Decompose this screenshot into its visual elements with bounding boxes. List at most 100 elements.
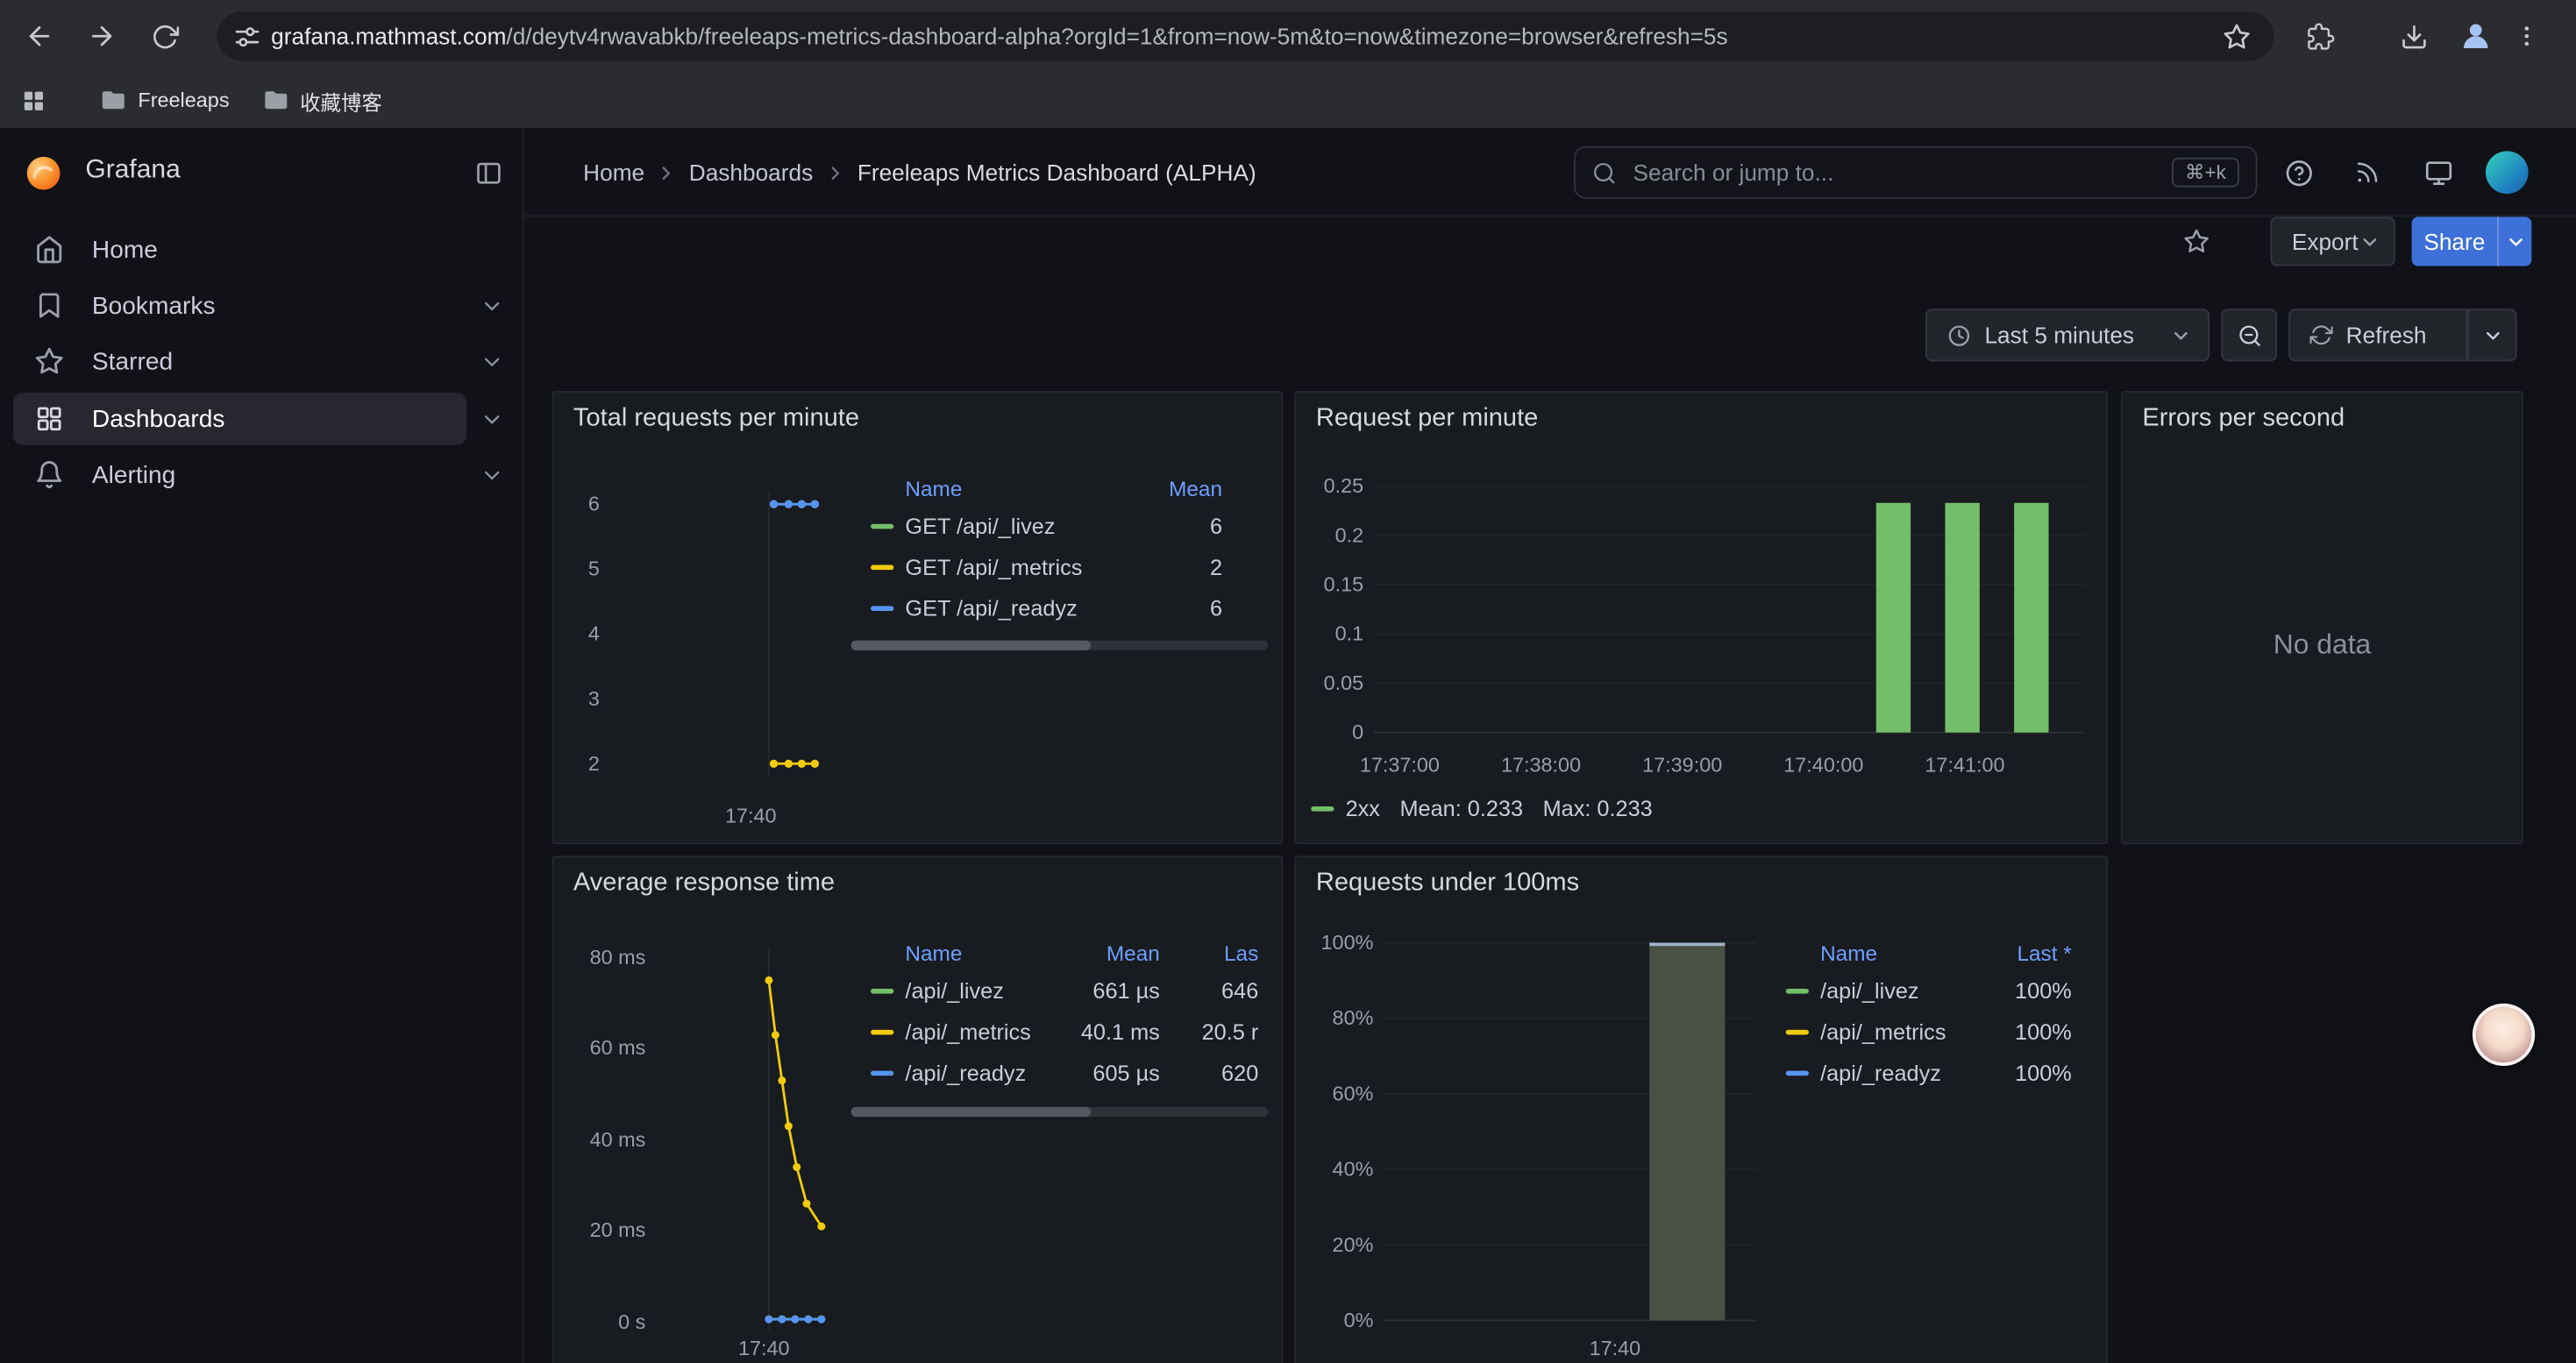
sidebar-item-dashboards[interactable]: Dashboards [0, 391, 523, 447]
chevron-down-icon[interactable] [480, 349, 504, 373]
arrow-right-icon [87, 21, 117, 51]
sidebar-collapse-button[interactable] [466, 151, 509, 194]
share-menu-button[interactable] [2497, 217, 2531, 266]
share-button[interactable]: Share [2412, 217, 2497, 266]
url-bar[interactable]: grafana.mathmast.com/d/deytv4rwavabkb/fr… [217, 11, 2274, 60]
panel-avg-response-time: Average response time 80 ms60 ms40 ms20 … [552, 855, 1284, 1363]
grafana-logo[interactable] [25, 154, 62, 192]
series-name[interactable]: 2xx [1346, 796, 1380, 820]
legend-header-last[interactable]: Last * [1980, 941, 2072, 965]
panel-title[interactable]: Errors per second [2142, 404, 2345, 434]
legend-scrollbar[interactable] [851, 1107, 1269, 1117]
svg-text:80%: 80% [1333, 1006, 1374, 1029]
legend: 2xx Mean: 0.233 Max: 0.233 [1311, 788, 1652, 827]
search-input[interactable] [1630, 158, 2172, 188]
sidebar-item-home[interactable]: Home [0, 222, 523, 278]
back-button[interactable] [11, 8, 68, 64]
bookmark-folder-blogs[interactable]: 收藏博客 [246, 79, 398, 122]
series-name: /api/_livez [1820, 979, 1980, 1004]
user-avatar[interactable] [2486, 151, 2529, 194]
svg-text:80 ms: 80 ms [590, 946, 646, 969]
dashboards-grid-icon [34, 404, 64, 434]
legend-header-name[interactable]: Name [851, 941, 1062, 965]
refresh-interval-button[interactable] [2467, 309, 2516, 361]
chevron-down-icon[interactable] [480, 407, 504, 431]
chevron-right-icon [824, 162, 845, 183]
scrollbar-thumb[interactable] [851, 1107, 1092, 1117]
series-swatch [871, 565, 893, 571]
series-last: 100% [1980, 979, 2072, 1004]
series-swatch [1786, 1030, 1809, 1035]
panel-title[interactable]: Requests under 100ms [1316, 869, 1579, 898]
legend-row[interactable]: /api/_readyz 605 µs 620 [851, 1053, 1269, 1094]
kebab-menu-icon [2514, 23, 2540, 49]
forward-button[interactable] [74, 8, 130, 64]
site-settings-icon[interactable] [233, 22, 261, 50]
series-swatch [871, 1030, 893, 1035]
search-box[interactable]: ⌘+k [1574, 146, 2257, 199]
series-last: 20.5 r [1166, 1020, 1258, 1045]
series-swatch [871, 524, 893, 529]
legend-row[interactable]: /api/_livez 100% [1766, 970, 2081, 1012]
legend-row[interactable]: /api/_metrics 40.1 ms 20.5 r [851, 1012, 1269, 1053]
series-swatch [1786, 1071, 1809, 1076]
reload-button[interactable] [137, 8, 193, 64]
legend-header: Name Last * [1766, 934, 2081, 970]
refresh-button[interactable]: Refresh [2288, 309, 2467, 361]
favorite-dashboard-button[interactable] [2174, 218, 2219, 264]
series-mean: 6 [1124, 514, 1222, 538]
zoom-out-button[interactable] [2221, 309, 2277, 361]
export-button[interactable]: Export [2270, 217, 2395, 266]
sidebar-item-starred[interactable]: Starred [0, 333, 523, 389]
sidebar-item-alerting[interactable]: Alerting [0, 447, 523, 503]
legend-header-last[interactable]: Las [1166, 941, 1258, 965]
legend-row[interactable]: GET /api/_livez 6 [851, 506, 1269, 547]
chevron-down-icon [2170, 324, 2191, 345]
timeseries-chart: 80 ms60 ms40 ms20 ms0 s17:40 [564, 933, 853, 1363]
series-name: /api/_metrics [905, 1020, 1061, 1045]
legend-header-name[interactable]: Name [1766, 941, 1980, 965]
bookmark-star-icon[interactable] [2223, 22, 2251, 50]
legend-row[interactable]: /api/_readyz 100% [1766, 1053, 2081, 1094]
breadcrumb-item-dashboards[interactable]: Dashboards [689, 160, 813, 186]
series-swatch [871, 989, 893, 994]
bookmarks-bar: Freeleaps 收藏博客 [0, 72, 2576, 128]
extensions-button[interactable] [2292, 8, 2348, 64]
panel-title[interactable]: Request per minute [1316, 404, 1538, 434]
chevron-down-icon[interactable] [480, 462, 504, 486]
breadcrumb-item-home[interactable]: Home [583, 160, 644, 186]
news-rss-button[interactable] [2345, 150, 2390, 195]
legend-row[interactable]: /api/_livez 661 µs 646 [851, 970, 1269, 1012]
bookmark-folder-freeleaps[interactable]: Freeleaps [84, 79, 246, 122]
svg-text:17:39:00: 17:39:00 [1642, 754, 1722, 777]
legend-header-mean[interactable]: Mean [1124, 475, 1222, 500]
scrollbar-thumb[interactable] [851, 641, 1092, 650]
bar-chart: 100%80%60%40%20%0%17:40 [1306, 933, 1763, 1363]
svg-text:6: 6 [588, 493, 600, 515]
clock-icon [1946, 323, 1971, 347]
chevron-down-icon[interactable] [480, 293, 504, 317]
legend-row[interactable]: GET /api/_metrics 2 [851, 547, 1269, 588]
downloads-button[interactable] [2386, 8, 2442, 64]
panel-title[interactable]: Average response time [573, 869, 835, 898]
apps-grid-icon[interactable] [19, 86, 47, 114]
time-range-picker[interactable]: Last 5 minutes [1925, 309, 2210, 361]
legend-header-name[interactable]: Name [851, 475, 1124, 500]
panel-title[interactable]: Total requests per minute [573, 404, 859, 434]
sidebar-item-bookmarks[interactable]: Bookmarks [0, 278, 523, 334]
legend-table: Name Last * /api/_livez 100% /api/_metri… [1766, 934, 2081, 1094]
profile-avatar-icon [2458, 18, 2494, 54]
profile-button[interactable] [2448, 8, 2504, 64]
legend-scrollbar[interactable] [851, 641, 1269, 650]
browser-menu-button[interactable] [2504, 8, 2550, 64]
assistant-extension-avatar[interactable] [2473, 1004, 2535, 1066]
series-last: 100% [1980, 1061, 2072, 1085]
svg-text:60 ms: 60 ms [590, 1036, 646, 1059]
legend-row[interactable]: /api/_metrics 100% [1766, 1012, 2081, 1053]
legend-header-mean[interactable]: Mean [1061, 941, 1159, 965]
legend-row[interactable]: GET /api/_readyz 6 [851, 588, 1269, 629]
svg-text:17:40:00: 17:40:00 [1783, 754, 1863, 777]
display-mode-button[interactable] [2415, 150, 2460, 195]
series-last: 620 [1166, 1061, 1258, 1085]
help-button[interactable] [2275, 150, 2321, 195]
